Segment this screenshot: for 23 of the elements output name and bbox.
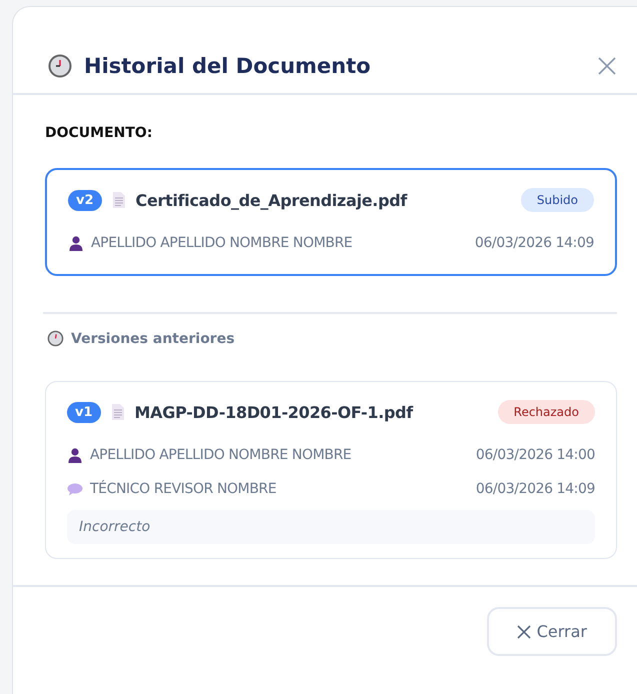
document-icon (112, 191, 126, 209)
status-badge: Rechazado (498, 400, 595, 424)
user-name: APELLIDO APELLIDO NOMBRE NOMBRE (90, 447, 352, 463)
status-badge: Subido (520, 188, 594, 212)
file-name: MAGP-DD-18D01-2026-OF-1.pdf (134, 402, 414, 422)
version-tag: v1 (67, 402, 101, 422)
dialog-title: Historial del Documento (84, 54, 372, 78)
section-label: DOCUMENTO: (45, 125, 154, 141)
close-icon[interactable] (597, 56, 617, 76)
timestamp: 06/03/2026 14:09 (474, 235, 594, 251)
clock-icon (47, 330, 64, 347)
close-button[interactable]: Cerrar (486, 607, 617, 656)
timestamp: 06/03/2026 14:09 (476, 481, 595, 497)
version-tag: v2 (68, 190, 102, 210)
clock-icon (48, 54, 72, 78)
timestamp: 06/03/2026 14:00 (476, 447, 595, 463)
user-name: APELLIDO APELLIDO NOMBRE NOMBRE (91, 235, 354, 251)
document-icon (110, 403, 125, 421)
section-label: Versiones anteriores (71, 330, 235, 346)
user-name: TÉCNICO REVISOR NOMBRE (90, 481, 278, 497)
comment-text: Incorrecto (67, 510, 595, 544)
file-name: Certificado_de_Aprendizaje.pdf (136, 190, 408, 210)
close-icon (516, 624, 531, 638)
